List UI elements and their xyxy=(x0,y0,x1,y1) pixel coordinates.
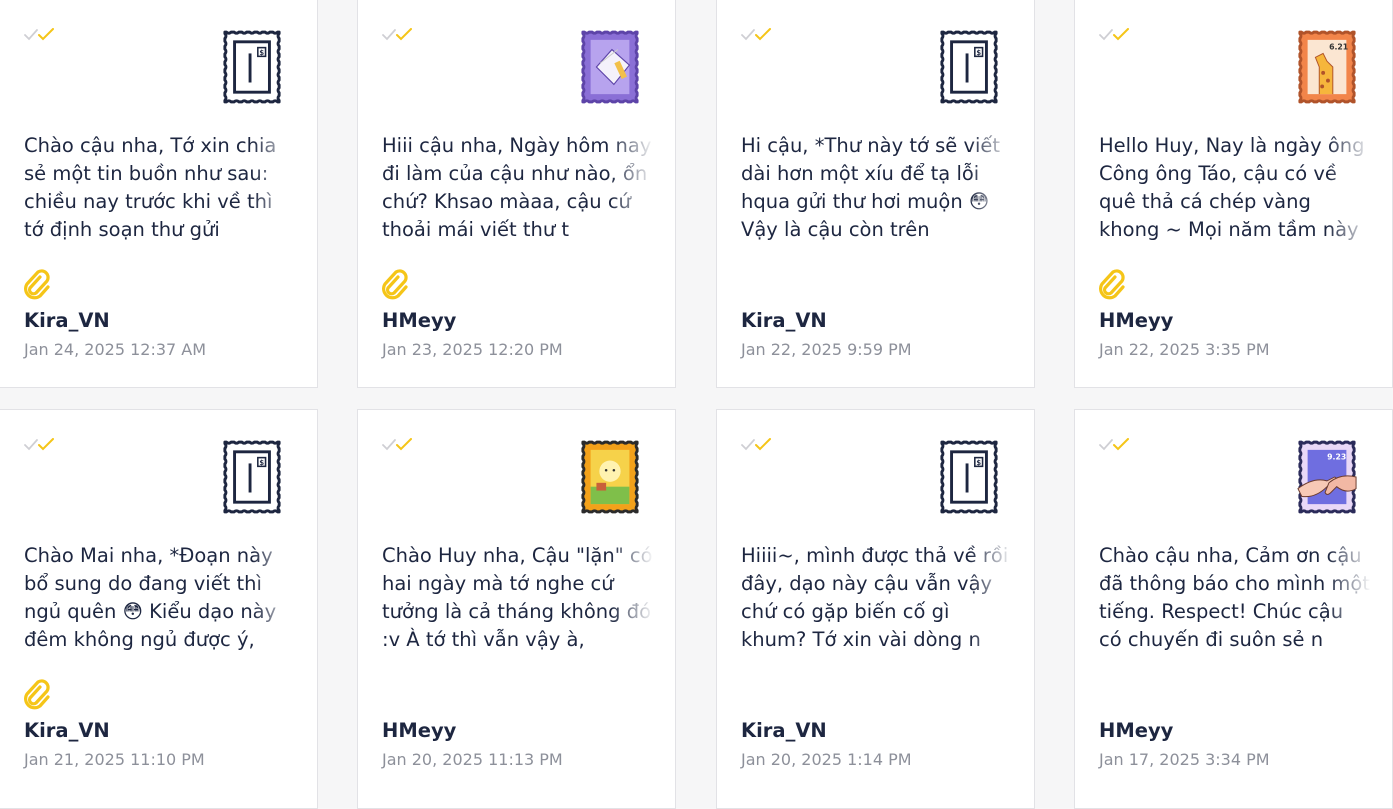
svg-text:6.21: 6.21 xyxy=(1329,43,1348,52)
letter-date: Jan 21, 2025 11:10 PM xyxy=(24,750,205,769)
read-receipt-checkmarks-icon xyxy=(382,437,414,451)
letter-excerpt: Hello Huy, Nay là ngày ông Công ông Táo,… xyxy=(1099,134,1365,241)
letter-excerpt: Chào cậu nha, Cảm ơn cậu đã thông báo ch… xyxy=(1099,544,1370,651)
door-stamp-icon: $ xyxy=(938,28,1000,106)
letter-date: Jan 22, 2025 3:35 PM xyxy=(1099,340,1270,359)
letter-excerpt: Hiiii~, mình được thả về rồi đây, dạo nà… xyxy=(741,544,1009,651)
letter-card[interactable]: $ Chào cậu nha, Tớ xin chia sẻ một tin b… xyxy=(0,0,318,388)
letter-card[interactable]: Chào Huy nha, Cậu "lặn" có hai ngày mà t… xyxy=(357,409,676,809)
letter-date: Jan 24, 2025 12:37 AM xyxy=(24,340,207,359)
letter-excerpt: Chào Huy nha, Cậu "lặn" có hai ngày mà t… xyxy=(382,544,653,651)
door-stamp-icon: $ xyxy=(221,438,283,516)
letter-author: Kira_VN xyxy=(741,309,827,332)
attachment-paperclip-icon xyxy=(1097,269,1127,301)
letter-envelope-stamp-icon xyxy=(579,28,641,106)
letter-author: HMeyy xyxy=(382,719,457,742)
letter-card[interactable]: $ Hi cậu, *Thư này tớ sẽ viết dài hơn mộ… xyxy=(716,0,1035,388)
attachment-paperclip-icon xyxy=(22,269,52,301)
letter-date: Jan 23, 2025 12:20 PM xyxy=(382,340,563,359)
read-receipt-checkmarks-icon xyxy=(24,437,56,451)
svg-text:$: $ xyxy=(976,49,981,57)
letter-author: HMeyy xyxy=(382,309,457,332)
letter-card[interactable]: $ Hiiii~, mình được thả về rồi đây, dạo … xyxy=(716,409,1035,809)
door-stamp-icon: $ xyxy=(221,28,283,106)
letter-card[interactable]: Hiii cậu nha, Ngày hôm nay đi làm của cậ… xyxy=(357,0,676,388)
letter-author: Kira_VN xyxy=(24,719,110,742)
letter-date: Jan 17, 2025 3:34 PM xyxy=(1099,750,1270,769)
letter-excerpt: Chào cậu nha, Tớ xin chia sẻ một tin buồ… xyxy=(24,134,277,241)
attachment-paperclip-icon xyxy=(22,679,52,711)
svg-text:$: $ xyxy=(259,459,264,467)
letter-author: Kira_VN xyxy=(741,719,827,742)
letter-date: Jan 20, 2025 11:13 PM xyxy=(382,750,563,769)
attachment-paperclip-icon xyxy=(380,269,410,301)
letter-date: Jan 22, 2025 9:59 PM xyxy=(741,340,912,359)
letter-author: HMeyy xyxy=(1099,719,1174,742)
read-receipt-checkmarks-icon xyxy=(382,27,414,41)
svg-text:9.23: 9.23 xyxy=(1327,453,1346,462)
read-receipt-checkmarks-icon xyxy=(741,27,773,41)
letter-author: HMeyy xyxy=(1099,309,1174,332)
read-receipt-checkmarks-icon xyxy=(1099,437,1131,451)
letter-card[interactable]: $ Chào Mai nha, *Đoạn này bổ sung do đan… xyxy=(0,409,318,809)
read-receipt-checkmarks-icon xyxy=(1099,27,1131,41)
letter-card[interactable]: 9.23 Chào cậu nha, Cảm ơn cậu đã thông b… xyxy=(1074,409,1393,809)
read-receipt-checkmarks-icon xyxy=(24,27,56,41)
sunny-field-stamp-icon xyxy=(579,438,641,516)
door-stamp-icon: $ xyxy=(938,438,1000,516)
letter-excerpt: Hi cậu, *Thư này tớ sẽ viết dài hơn một … xyxy=(741,134,1001,241)
hands-stamp-icon: 9.23 xyxy=(1296,438,1358,516)
letter-card[interactable]: 6.21 Hello Huy, Nay là ngày ông Công ông… xyxy=(1074,0,1393,388)
read-receipt-checkmarks-icon xyxy=(741,437,773,451)
letter-author: Kira_VN xyxy=(24,309,110,332)
svg-text:$: $ xyxy=(976,459,981,467)
svg-text:$: $ xyxy=(259,49,264,57)
giraffe-stamp-icon: 6.21 xyxy=(1296,28,1358,106)
letter-date: Jan 20, 2025 1:14 PM xyxy=(741,750,912,769)
letter-excerpt: Hiii cậu nha, Ngày hôm nay đi làm của cậ… xyxy=(382,134,652,241)
letter-excerpt: Chào Mai nha, *Đoạn này bổ sung do đang … xyxy=(24,544,277,651)
